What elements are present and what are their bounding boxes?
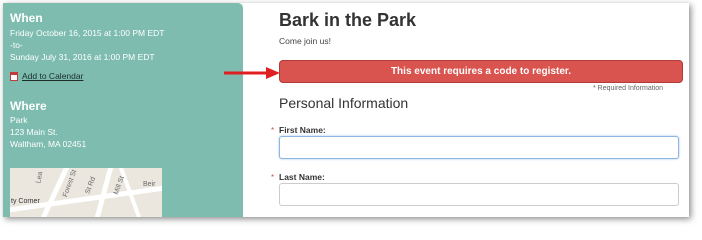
venue-city: Waltham, MA 02451	[10, 139, 87, 149]
event-end-datetime: Sunday July 31, 2016 at 1:00 PM EDT	[10, 52, 155, 62]
location-map[interactable]: Lea Forest St St Rd Mill St Beir ty Corn…	[10, 168, 162, 217]
map-label: St Rd	[84, 176, 98, 195]
registration-form-area: Bark in the Park Come join us! This even…	[243, 3, 689, 217]
event-subtitle: Come join us!	[279, 36, 331, 46]
pointer-arrow-icon	[224, 67, 280, 79]
when-heading: When	[10, 11, 43, 25]
registration-code-alert: This event requires a code to register.	[279, 60, 683, 83]
calendar-icon	[10, 71, 18, 81]
last-name-label: Last Name:	[279, 172, 325, 182]
first-name-label: First Name:	[279, 125, 326, 135]
map-label: ty Corner	[11, 198, 40, 205]
map-label: Lea	[35, 171, 45, 184]
last-name-input[interactable]	[279, 183, 679, 206]
venue-name: Park	[10, 115, 28, 125]
event-registration-page: When Friday October 16, 2015 at 1:00 PM …	[3, 3, 689, 217]
date-separator: -to-	[10, 40, 23, 50]
venue-street: 123 Main St.	[10, 127, 58, 137]
where-heading: Where	[10, 99, 47, 113]
map-label: Beir	[143, 181, 156, 188]
personal-info-heading: Personal Information	[279, 95, 409, 111]
event-title: Bark in the Park	[279, 10, 417, 30]
event-start-datetime: Friday October 16, 2015 at 1:00 PM EDT	[10, 28, 165, 38]
event-details-sidebar: When Friday October 16, 2015 at 1:00 PM …	[3, 3, 243, 217]
add-to-calendar-link[interactable]: Add to Calendar	[22, 71, 83, 81]
add-to-calendar[interactable]: Add to Calendar	[10, 71, 83, 81]
first-name-input[interactable]	[279, 136, 679, 159]
required-asterisk: *	[271, 126, 275, 135]
required-info-note: * Required Information	[593, 85, 664, 92]
required-asterisk: *	[271, 173, 275, 182]
